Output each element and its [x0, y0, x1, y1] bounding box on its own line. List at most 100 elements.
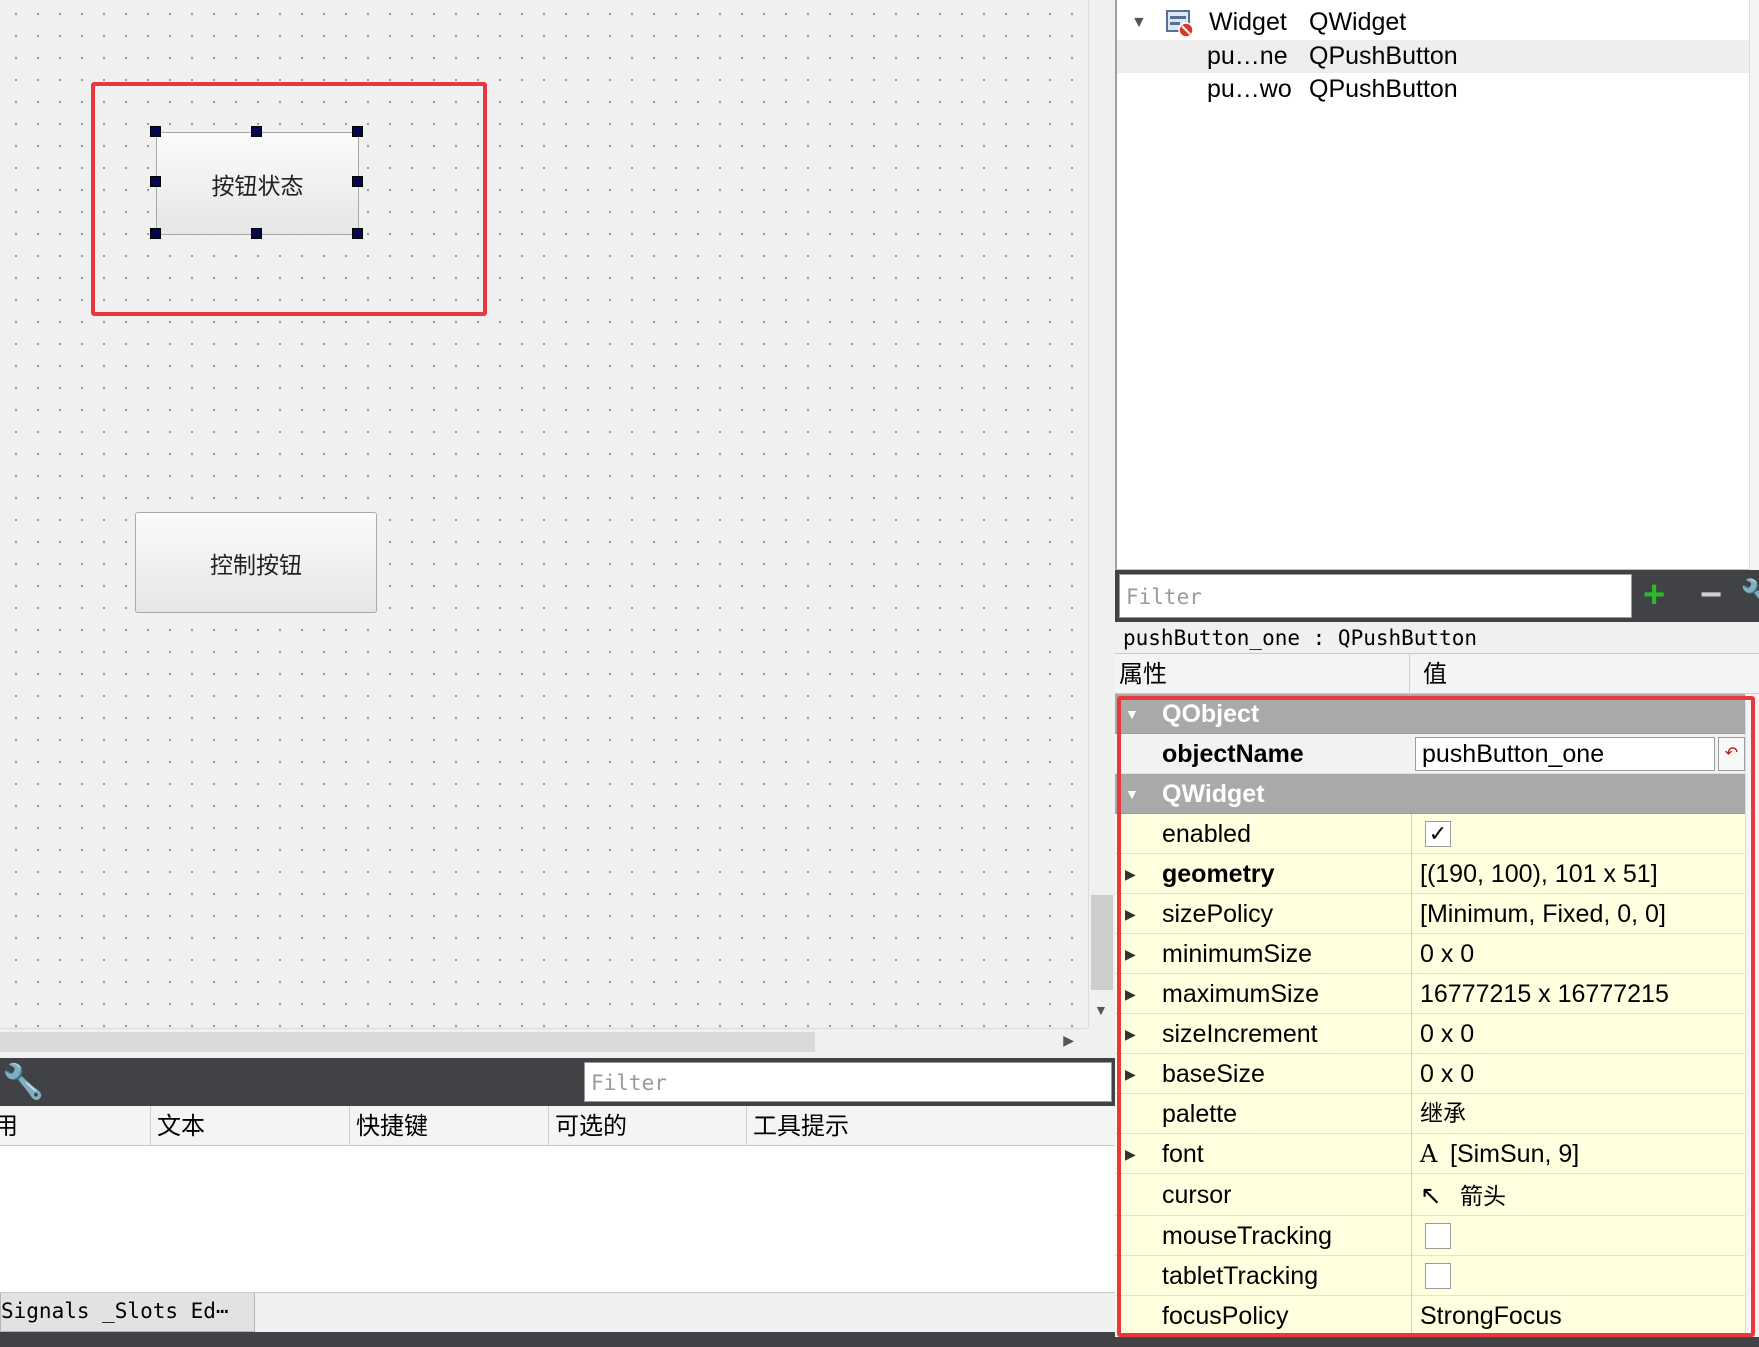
wrench-icon[interactable]: 🔧 [1740, 578, 1759, 614]
canvas-horizontal-scrollbar[interactable]: ▶ [0, 1028, 1088, 1055]
collapse-arrow-icon[interactable]: ▼ [1131, 6, 1147, 39]
expand-arrow-icon[interactable]: ▶ [1125, 1054, 1136, 1094]
property-row-cursor[interactable]: cursor ↖ 箭头 [1115, 1174, 1745, 1216]
tree-object-class: QPushButton [1309, 42, 1458, 70]
canvas-vertical-scrollbar[interactable]: ▼ [1088, 0, 1115, 1028]
qt-designer-window: 按钮状态 控制按钮 ▼ ▶ 🔧 Filter 用 文本 快捷键 可选的 工具提示… [0, 0, 1759, 1347]
property-editor-toolbar: Filter + − 🔧 [1115, 570, 1759, 622]
property-name: cursor [1162, 1181, 1232, 1209]
add-dynamic-property-plus-icon[interactable]: + [1643, 576, 1665, 614]
collapse-arrow-icon[interactable]: ▼ [1125, 694, 1139, 734]
property-editor-header: 属性 值 [1115, 654, 1759, 694]
resize-handle-left[interactable] [150, 176, 161, 187]
property-name: palette [1162, 1100, 1238, 1128]
expand-arrow-icon[interactable]: ▶ [1125, 894, 1136, 934]
object-inspector-tree[interactable]: ▼ Widget QWidget pu…ne QPushButton pu…wo… [1115, 0, 1759, 570]
push-button-one[interactable]: 按钮状态 [156, 132, 359, 235]
group-row-qobject[interactable]: ▼ QObject [1115, 694, 1745, 734]
scrollbar-thumb[interactable] [1091, 895, 1113, 990]
collapse-arrow-icon[interactable]: ▼ [1125, 774, 1139, 814]
arrow-cursor-icon: ↖ [1420, 1180, 1442, 1210]
expand-arrow-icon[interactable]: ▶ [1125, 974, 1136, 1014]
property-row-sizepolicy[interactable]: ▶ sizePolicy [Minimum, Fixed, 0, 0] [1115, 894, 1745, 934]
column-header-value[interactable]: 值 [1411, 654, 1741, 694]
property-row-tablettracking[interactable]: tabletTracking [1115, 1256, 1745, 1296]
action-list[interactable] [0, 1146, 1115, 1292]
property-row-maximumsize[interactable]: ▶ maximumSize 16777215 x 16777215 [1115, 974, 1745, 1014]
property-value[interactable]: 0 x 0 [1411, 1054, 1745, 1094]
resize-handle-top-left[interactable] [150, 126, 161, 137]
property-value-cell [1411, 1216, 1745, 1256]
expand-arrow-icon[interactable]: ▶ [1125, 854, 1136, 894]
property-filter-input[interactable]: Filter [1119, 574, 1632, 618]
resize-handle-bottom[interactable] [251, 228, 262, 239]
property-row-mousetracking[interactable]: mouseTracking [1115, 1216, 1745, 1256]
expand-arrow-icon[interactable]: ▶ [1125, 1014, 1136, 1054]
tab-signals-slots-editor[interactable]: Signals _Slots Ed⋯ [0, 1293, 255, 1332]
property-value[interactable]: 16777215 x 16777215 [1411, 974, 1745, 1014]
property-name: geometry [1162, 860, 1275, 888]
property-value[interactable]: 0 x 0 [1411, 1014, 1745, 1054]
column-header-checkable[interactable]: 可选的 [549, 1106, 747, 1146]
remove-property-minus-icon[interactable]: − [1700, 576, 1722, 614]
tree-row-push-button-two[interactable]: pu…wo QPushButton [1117, 73, 1757, 106]
tree-object-name: Widget [1209, 8, 1287, 36]
expand-arrow-icon[interactable]: ▶ [1125, 934, 1136, 974]
property-row-focuspolicy[interactable]: focusPolicy StrongFocus [1115, 1296, 1745, 1336]
property-value-cell[interactable]: A [SimSun, 9] [1411, 1134, 1745, 1174]
current-object-label: pushButton_one : QPushButton [1115, 622, 1759, 654]
resize-handle-top-right[interactable] [352, 126, 363, 137]
action-filter-input[interactable]: Filter [584, 1062, 1112, 1102]
property-name: maximumSize [1162, 980, 1319, 1008]
property-row-objectname[interactable]: objectName pushButton_one ↶ [1115, 734, 1745, 774]
property-value-cell[interactable]: ↖ 箭头 [1411, 1174, 1745, 1216]
property-row-basesize[interactable]: ▶ baseSize 0 x 0 [1115, 1054, 1745, 1094]
scroll-down-arrow-icon[interactable]: ▼ [1094, 1002, 1108, 1018]
expand-arrow-icon[interactable]: ▶ [1125, 1134, 1136, 1174]
property-value[interactable]: 0 x 0 [1411, 934, 1745, 974]
property-vertical-scrollbar[interactable] [1745, 694, 1759, 1337]
tree-row-widget[interactable]: ▼ Widget QWidget [1117, 6, 1757, 39]
tree-object-name: pu…wo [1207, 75, 1292, 103]
property-value[interactable]: StrongFocus [1411, 1296, 1745, 1336]
column-header-property[interactable]: 属性 [1115, 654, 1410, 694]
property-value[interactable]: [(190, 100), 101 x 51] [1411, 854, 1745, 894]
property-row-font[interactable]: ▶ font A [SimSun, 9] [1115, 1134, 1745, 1174]
mousetracking-checkbox[interactable] [1425, 1223, 1451, 1249]
form-design-canvas[interactable]: 按钮状态 控制按钮 [0, 0, 1088, 1028]
reset-arrow-icon[interactable]: ↶ [1718, 737, 1745, 771]
tree-vertical-scrollbar[interactable] [1749, 0, 1759, 570]
group-row-qwidget[interactable]: ▼ QWidget [1115, 774, 1745, 814]
property-value[interactable]: 继承 [1411, 1094, 1745, 1134]
property-name: tabletTracking [1162, 1262, 1319, 1290]
resize-handle-bottom-right[interactable] [352, 228, 363, 239]
tree-object-class: QWidget [1309, 8, 1407, 36]
property-table[interactable]: ▼ QObject objectName pushButton_one ↶ ▼ … [1115, 694, 1745, 1337]
resize-handle-right[interactable] [352, 176, 363, 187]
property-row-palette[interactable]: palette 继承 [1115, 1094, 1745, 1134]
resize-handle-top[interactable] [251, 126, 262, 137]
push-button-two-label: 控制按钮 [210, 552, 302, 579]
wrench-icon[interactable]: 🔧 [2, 1062, 50, 1102]
push-button-two[interactable]: 控制按钮 [135, 512, 377, 613]
property-value[interactable]: [Minimum, Fixed, 0, 0] [1411, 894, 1745, 934]
scrollbar-thumb[interactable] [0, 1032, 815, 1052]
property-row-geometry[interactable]: ▶ geometry [(190, 100), 101 x 51] [1115, 854, 1745, 894]
enabled-checkbox[interactable]: ✓ [1425, 821, 1451, 847]
tree-row-push-button-one[interactable]: pu…ne QPushButton [1117, 40, 1757, 73]
column-header-shortcut[interactable]: 快捷键 [350, 1106, 549, 1146]
property-row-minimumsize[interactable]: ▶ minimumSize 0 x 0 [1115, 934, 1745, 974]
column-header-tooltip[interactable]: 工具提示 [747, 1106, 1115, 1146]
column-header-name[interactable]: 用 [0, 1106, 151, 1146]
object-name-input[interactable]: pushButton_one [1415, 737, 1715, 771]
tablettracking-checkbox[interactable] [1425, 1263, 1451, 1289]
property-row-sizeincrement[interactable]: ▶ sizeIncrement 0 x 0 [1115, 1014, 1745, 1054]
action-editor-toolbar: 🔧 Filter [0, 1058, 1115, 1106]
column-header-text[interactable]: 文本 [151, 1106, 350, 1146]
tree-object-class: QPushButton [1309, 75, 1458, 103]
scroll-right-arrow-icon[interactable]: ▶ [1063, 1032, 1074, 1049]
property-row-enabled[interactable]: enabled ✓ [1115, 814, 1745, 854]
property-value: 箭头 [1460, 1184, 1506, 1210]
group-label: QWidget [1162, 780, 1265, 808]
resize-handle-bottom-left[interactable] [150, 228, 161, 239]
